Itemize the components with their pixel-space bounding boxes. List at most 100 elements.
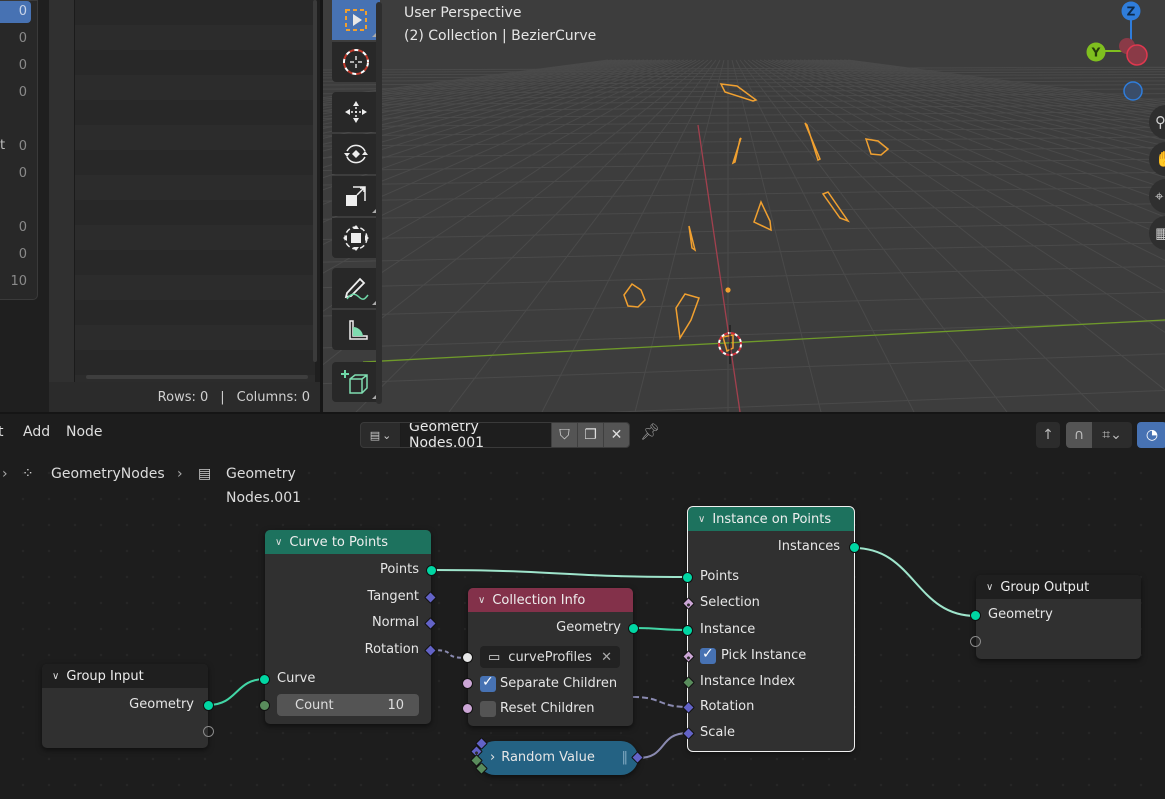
socket-label: Geometry [129,697,194,712]
node-group-output[interactable]: ∨ Group Output Geometry [970,575,1141,659]
parent-tree-button[interactable]: ↑ [1036,422,1060,448]
zoom-view-button[interactable]: ⚲ [1149,105,1165,139]
node-tree-browse-button[interactable]: ▤ ⌄ [361,423,401,447]
output-socket-extend[interactable] [203,726,214,737]
grid-icon: ▦ [1155,224,1165,242]
snap-toggle[interactable]: ∩ [1066,422,1092,448]
input-socket-points[interactable] [682,572,693,583]
chevron-down-icon: ∨ [478,594,486,606]
input-socket-collection[interactable] [462,652,473,663]
node-instance-on-points[interactable]: ∨ Instance on Points Instances Points Sel… [682,506,860,752]
viewport-nav-buttons: ⚲ ✋ ⌖ ▦ [1149,100,1165,260]
collection-field[interactable]: ▭ curveProfiles ✕ [480,646,620,668]
rotate-tool[interactable] [332,134,380,174]
node-random-value[interactable]: › Random Value ‖ [470,737,644,775]
transform-tool[interactable] [332,218,380,258]
dataset-count[interactable]: 0 [0,163,27,185]
input-socket-separate-children[interactable] [462,678,473,689]
pan-view-button[interactable]: ✋ [1149,142,1165,176]
snap-target-dropdown[interactable]: ⌗⌄ [1092,422,1132,448]
clear-collection-icon[interactable]: ✕ [601,650,612,665]
spreadsheet-row [49,100,315,125]
field-label: Count [295,697,334,713]
node-curve-to-points[interactable]: ∨ Curve to Points Points Tangent Normal R… [259,530,437,724]
move-tool[interactable] [332,92,380,132]
breadcrumb-modifier[interactable]: GeometryNodes [51,462,165,486]
input-socket-reset-children[interactable] [462,703,473,714]
bezier-curve-instance [623,282,646,308]
unlink-button[interactable]: ✕ [603,423,629,447]
node-title: Instance on Points [712,511,832,527]
overlay-toggle[interactable]: ◔ [1137,422,1165,448]
output-socket-geometry[interactable] [628,623,639,634]
gizmo-neg-z[interactable] [1123,81,1143,101]
spreadsheet-grid [49,0,315,400]
duplicate-button[interactable]: ❐ [577,423,603,447]
pin-button[interactable]: 📌︎ [640,422,660,446]
spreadsheet-row [49,275,315,300]
annotate-tool[interactable] [332,268,380,308]
spreadsheet-index-column [49,0,75,382]
viewport-info: User Perspective (2) Collection | Bezier… [404,2,596,48]
camera-view-button[interactable]: ⌖ [1149,179,1165,213]
node-link [632,696,689,708]
input-socket-instance[interactable] [682,625,693,636]
spreadsheet-row [49,175,315,200]
select-box-tool[interactable] [332,0,380,40]
dataset-count[interactable]: 0 [0,28,27,50]
node-header[interactable]: ∨ Curve to Points [265,530,431,554]
dataset-count[interactable]: 0 [0,217,27,239]
spreadsheet-row [49,50,315,75]
spreadsheet-row [49,225,315,250]
scale-tool[interactable] [332,176,380,216]
ortho-toggle-button[interactable]: ▦ [1149,216,1165,250]
reset-children-checkbox[interactable] [480,701,496,717]
spreadsheet-vertical-scrollbar[interactable] [313,0,317,362]
bezier-curve-instance [864,138,890,156]
menu-select[interactable]: t [0,424,4,440]
add-cube-tool[interactable] [332,362,380,402]
node-group-input[interactable]: ∨ Group Input Geometry [42,664,214,748]
x-axis-line [697,124,741,412]
dataset-count[interactable]: 0 [0,244,27,266]
dataset-count[interactable]: 0 [0,1,31,23]
input-socket-geometry[interactable] [970,610,981,621]
dataset-count[interactable]: 10 [0,271,27,293]
chevron-down-icon: ∨ [275,536,283,548]
node-header[interactable]: ∨ Group Input [42,664,208,688]
breadcrumb-chevron-icon: › [2,466,8,482]
arrow-up-icon: ↑ [1042,427,1054,443]
count-field[interactable]: Count 10 [277,694,419,716]
input-socket-count[interactable] [259,700,270,711]
node-header[interactable]: ∨ Group Output [976,575,1141,599]
menu-add[interactable]: Add [23,424,50,440]
socket-label: Scale [700,725,735,740]
input-socket-extend[interactable] [970,636,981,647]
navigation-gizmo[interactable]: Z Y [1079,0,1165,110]
node-tree-name-field[interactable]: Geometry Nodes.001 [401,423,551,447]
node-collection-info[interactable]: ∨ Collection Info Geometry ▭ curveProfiles… [462,588,639,726]
output-socket-points[interactable] [426,565,437,576]
separate-children-checkbox[interactable] [480,674,496,692]
output-socket-geometry[interactable] [203,700,214,711]
input-socket-curve[interactable] [259,674,270,685]
socket-label: Tangent [367,589,419,604]
toolbar-scrollbar[interactable] [376,2,382,404]
modifier-icon: ⁘ [22,466,34,482]
cursor-tool[interactable] [332,42,380,82]
node-header[interactable]: ∨ Instance on Points [688,507,854,531]
gizmo-x-axis[interactable] [1126,44,1148,66]
node-canvas[interactable]: › ⁘ GeometryNodes › ▤ Geometry Nodes.001… [0,452,1165,799]
output-socket-instances[interactable] [849,542,860,553]
node-header[interactable]: ∨ Collection Info [468,588,633,612]
measure-tool[interactable] [332,310,380,350]
3d-viewport[interactable]: User Perspective (2) Collection | Bezier… [323,0,1165,412]
select-box-icon [345,9,367,31]
dataset-count[interactable]: 0 [0,55,27,77]
fake-user-button[interactable]: ⛉ [551,423,577,447]
pick-instance-checkbox[interactable] [700,646,716,664]
menu-node[interactable]: Node [66,424,103,440]
dataset-count[interactable]: 0 [0,82,27,104]
breadcrumb-node-tree[interactable]: Geometry Nodes.001 [226,462,301,510]
spreadsheet-horizontal-scrollbar[interactable] [86,375,308,379]
